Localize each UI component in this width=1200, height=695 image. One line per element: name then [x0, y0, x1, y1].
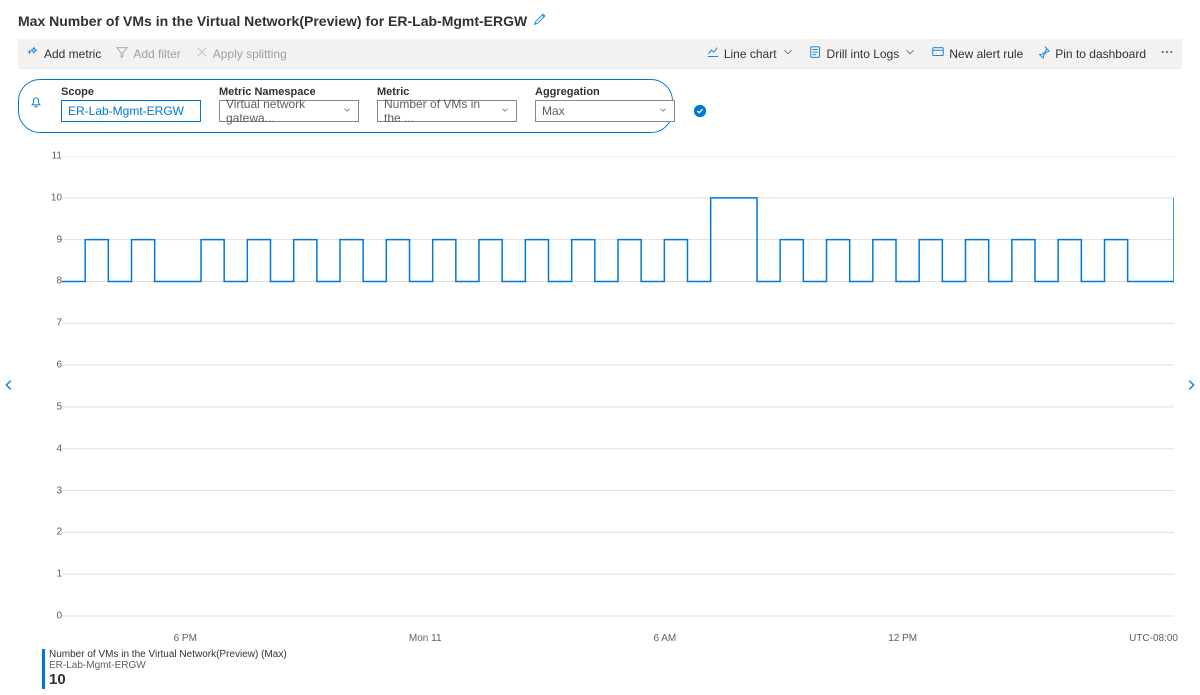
namespace-field: Metric Namespace Virtual network gatewa.… — [219, 86, 359, 122]
chevron-down-icon — [658, 104, 668, 118]
chevron-down-icon — [500, 104, 510, 118]
pin-to-dashboard-button[interactable]: Pin to dashboard — [1037, 45, 1146, 62]
x-axis-labels: 6 PM Mon 11 6 AM 12 PM UTC-08:00 — [62, 633, 1178, 644]
edit-title-icon[interactable] — [533, 12, 547, 29]
legend-value: 10 — [49, 671, 287, 689]
more-icon — [1160, 45, 1174, 62]
time-nav-prev[interactable] — [2, 378, 16, 395]
scope-label: Scope — [61, 86, 201, 98]
aggregation-select[interactable]: Max — [535, 100, 675, 122]
chevron-down-icon — [903, 45, 917, 62]
legend-resource: ER-Lab-Mgmt-ERGW — [49, 660, 287, 671]
chevron-down-icon — [342, 104, 352, 118]
page-title: Max Number of VMs in the Virtual Network… — [18, 13, 527, 29]
namespace-select[interactable]: Virtual network gatewa... — [219, 100, 359, 122]
metric-field: Metric Number of VMs in the ... — [377, 86, 517, 122]
aggregation-field: Aggregation Max — [535, 86, 675, 122]
line-chart-icon — [706, 45, 720, 62]
aggregation-label: Aggregation — [535, 86, 675, 98]
time-nav-next[interactable] — [1184, 378, 1198, 395]
sparkle-plus-icon — [26, 45, 40, 62]
checkmark-icon — [693, 104, 707, 118]
add-metric-button[interactable]: Add metric — [26, 45, 101, 62]
bell-icon — [29, 96, 43, 113]
apply-splitting-button[interactable]: Apply splitting — [195, 45, 287, 62]
logs-icon — [809, 45, 823, 62]
scope-select[interactable]: ER-Lab-Mgmt-ERGW — [61, 100, 201, 122]
legend-metric: Number of VMs in the Virtual Network(Pre… — [49, 649, 287, 660]
alert-icon — [931, 45, 945, 62]
chevron-down-icon — [781, 45, 795, 62]
metric-query-pill: Scope ER-Lab-Mgmt-ERGW Metric Namespace … — [18, 79, 673, 133]
add-filter-button[interactable]: Add filter — [115, 45, 180, 62]
metric-select[interactable]: Number of VMs in the ... — [377, 100, 517, 122]
metrics-toolbar: Add metric Add filter Apply splitting Li… — [18, 39, 1182, 69]
chart-type-button[interactable]: Line chart — [706, 45, 795, 62]
new-alert-rule-button[interactable]: New alert rule — [931, 45, 1023, 62]
scope-field: Scope ER-Lab-Mgmt-ERGW — [61, 86, 201, 122]
pin-icon — [1037, 45, 1051, 62]
y-axis-labels: 01234567891011 — [46, 156, 66, 624]
metrics-chart — [46, 156, 1174, 624]
filter-icon — [115, 45, 129, 62]
drill-into-logs-button[interactable]: Drill into Logs — [809, 45, 918, 62]
more-actions-button[interactable] — [1160, 45, 1174, 62]
split-icon — [195, 45, 209, 62]
chart-legend[interactable]: Number of VMs in the Virtual Network(Pre… — [42, 649, 287, 689]
